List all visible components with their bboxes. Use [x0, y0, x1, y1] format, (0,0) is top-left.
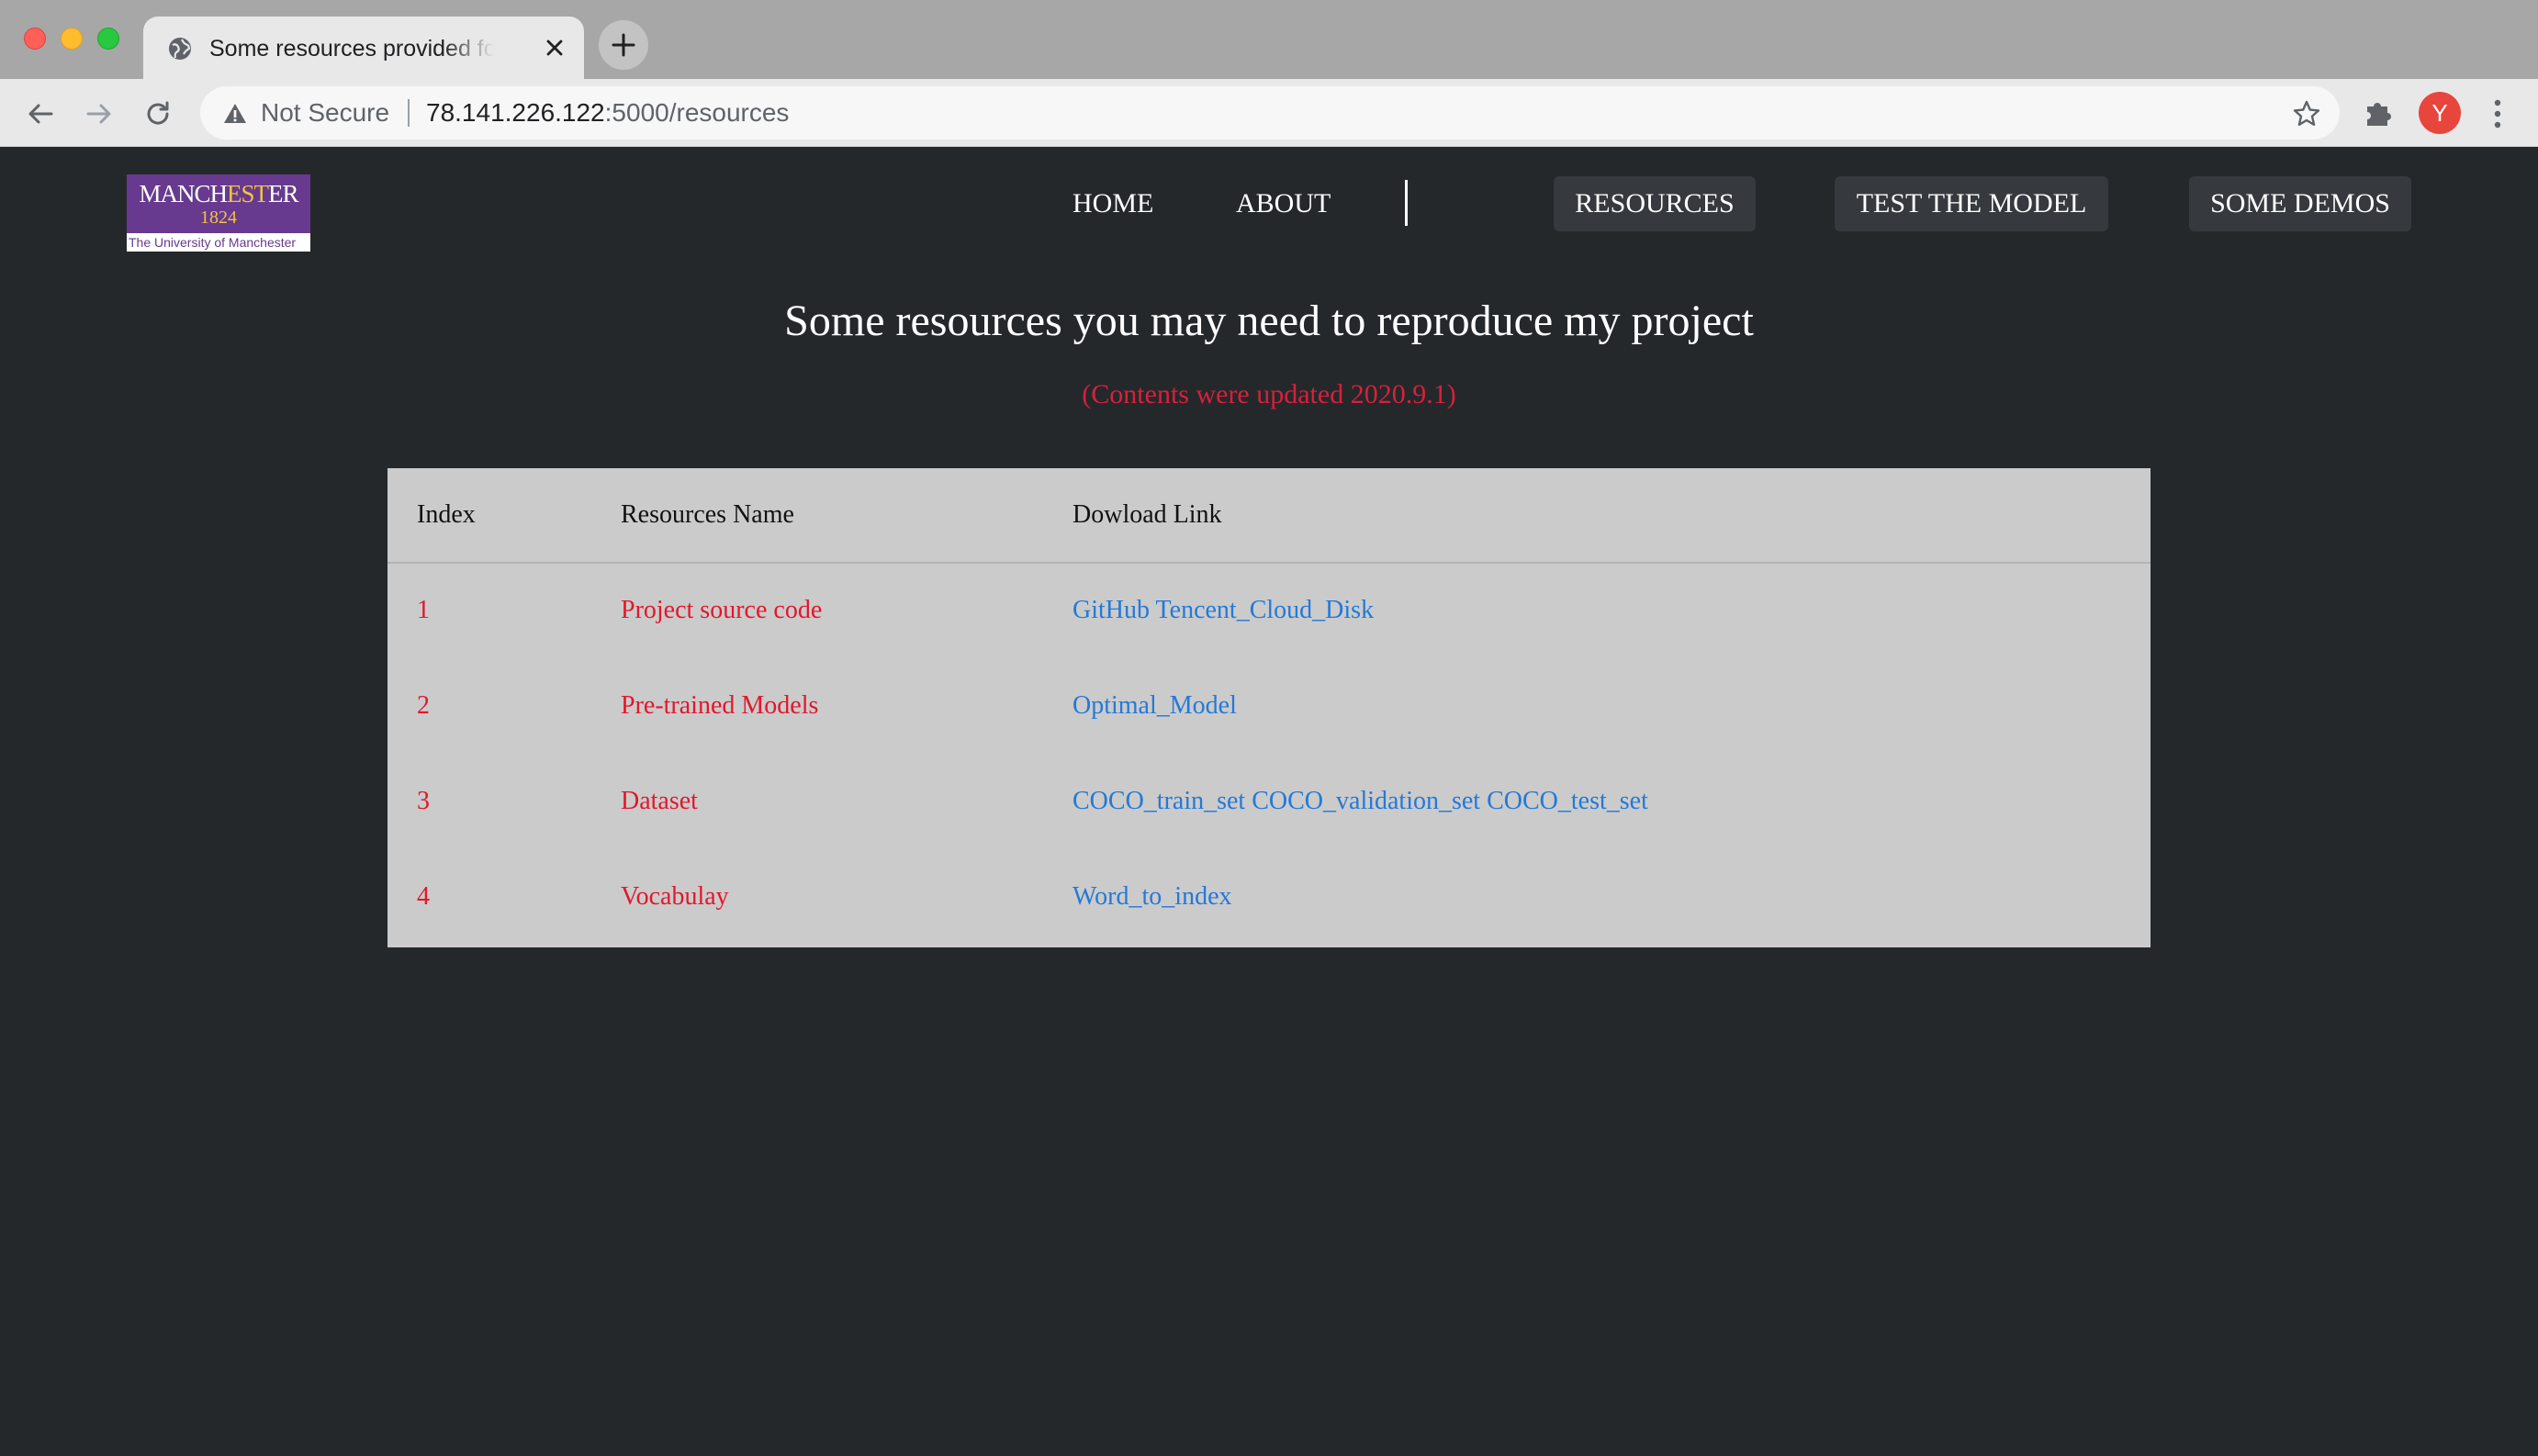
logo-wordmark-part2: EST — [226, 180, 269, 207]
browser-tab-active[interactable]: Some resources provided for this project — [143, 17, 584, 79]
logo-banner: MANCHESTER 1824 — [127, 174, 310, 233]
row-resource-name: Pre-trained Models — [621, 691, 819, 720]
not-secure-label[interactable]: Not Secure — [261, 97, 389, 129]
row-links: Optimal_Model — [1072, 690, 1237, 722]
row-index: 2 — [417, 691, 430, 720]
address-divider — [408, 99, 410, 127]
header-resource-name: Resources Name — [621, 500, 794, 529]
table-row: 1 Project source code GitHub Tencent_Clo… — [387, 564, 2151, 659]
forward-arrow-icon[interactable] — [81, 95, 118, 132]
word-to-index-link[interactable]: Word_to_index — [1072, 882, 1232, 911]
row-links: COCO_train_set COCO_validation_set COCO_… — [1072, 786, 1648, 817]
tab-close-icon[interactable] — [542, 35, 567, 61]
page-title: Some resources you may need to reproduce… — [784, 297, 1754, 345]
row-index: 3 — [417, 787, 430, 815]
browser-toolbar: Not Secure 78.141.226.122:5000/resources… — [0, 79, 2538, 147]
row-index: 1 — [417, 596, 430, 624]
plus-icon — [612, 33, 635, 57]
url-text[interactable]: 78.141.226.122:5000/resources — [426, 97, 789, 129]
url-host: 78.141.226.122 — [426, 98, 605, 127]
coco-validation-set-link[interactable]: COCO_validation_set — [1252, 787, 1480, 815]
nav-about-link[interactable]: ABOUT — [1236, 187, 1331, 220]
logo-subtitle: The University of Manchester — [127, 233, 310, 252]
tab-title: Some resources provided for this project — [209, 36, 494, 62]
warning-icon[interactable] — [222, 101, 248, 127]
update-note: (Contents were updated 2020.9.1) — [1082, 379, 1456, 409]
window-minimize-button[interactable] — [61, 28, 83, 50]
row-resource-name: Project source code — [621, 596, 823, 624]
url-path: :5000/resources — [604, 98, 790, 127]
nav-home-link[interactable]: HOME — [1072, 187, 1153, 220]
address-bar[interactable]: Not Secure 78.141.226.122:5000/resources — [200, 86, 2340, 140]
row-links: Word_to_index — [1072, 881, 1232, 913]
tab-strip: Some resources provided for this project — [0, 0, 2538, 79]
profile-avatar[interactable]: Y — [2419, 92, 2461, 134]
row-links: GitHub Tencent_Cloud_Disk — [1072, 595, 1374, 626]
coco-test-set-link[interactable]: COCO_test_set — [1487, 787, 1648, 815]
resources-table: Index Resources Name Dowload Link 1 Proj… — [387, 468, 2151, 947]
table-row: 4 Vocabulay Word_to_index — [387, 850, 2151, 946]
nav-test-model-button[interactable]: TEST THE MODEL — [1835, 176, 2108, 231]
back-arrow-icon[interactable] — [22, 95, 59, 132]
row-resource-name: Dataset — [621, 787, 698, 815]
new-tab-button[interactable] — [599, 20, 648, 70]
logo-wordmark-part3: ER — [268, 180, 299, 207]
window-close-button[interactable] — [24, 28, 46, 50]
nav-demos-button[interactable]: SOME DEMOS — [2189, 176, 2411, 231]
logo-year: 1824 — [200, 207, 237, 228]
reload-icon[interactable] — [140, 95, 176, 132]
github-link[interactable]: GitHub — [1072, 596, 1150, 624]
logo-wordmark-part1: MANCH — [139, 180, 228, 207]
table-header-row: Index Resources Name Dowload Link — [387, 468, 2151, 564]
logo-wordmark: MANCHESTER — [127, 180, 310, 207]
optimal-model-link[interactable]: Optimal_Model — [1072, 691, 1237, 720]
browser-chrome: Some resources provided for this project — [0, 0, 2538, 147]
nav-resources-button[interactable]: RESOURCES — [1554, 176, 1756, 231]
window-maximize-button[interactable] — [97, 28, 119, 50]
extensions-puzzle-icon[interactable] — [2362, 95, 2397, 130]
university-logo[interactable]: MANCHESTER 1824 The University of Manche… — [127, 174, 310, 252]
table-row: 2 Pre-trained Models Optimal_Model — [387, 659, 2151, 755]
globe-icon — [169, 38, 191, 60]
more-menu-icon[interactable] — [2488, 95, 2507, 132]
coco-train-set-link[interactable]: COCO_train_set — [1072, 787, 1245, 815]
bookmark-star-icon[interactable] — [2292, 99, 2321, 129]
row-index: 4 — [417, 882, 430, 911]
header-download-link: Dowload Link — [1072, 500, 1222, 529]
page-content: MANCHESTER 1824 The University of Manche… — [0, 147, 2538, 1456]
row-resource-name: Vocabulay — [621, 882, 729, 911]
tencent-cloud-disk-link[interactable]: Tencent_Cloud_Disk — [1156, 596, 1375, 624]
header-index: Index — [417, 500, 476, 529]
table-row: 3 Dataset COCO_train_set COCO_validation… — [387, 755, 2151, 850]
nav-divider — [1405, 180, 1408, 226]
